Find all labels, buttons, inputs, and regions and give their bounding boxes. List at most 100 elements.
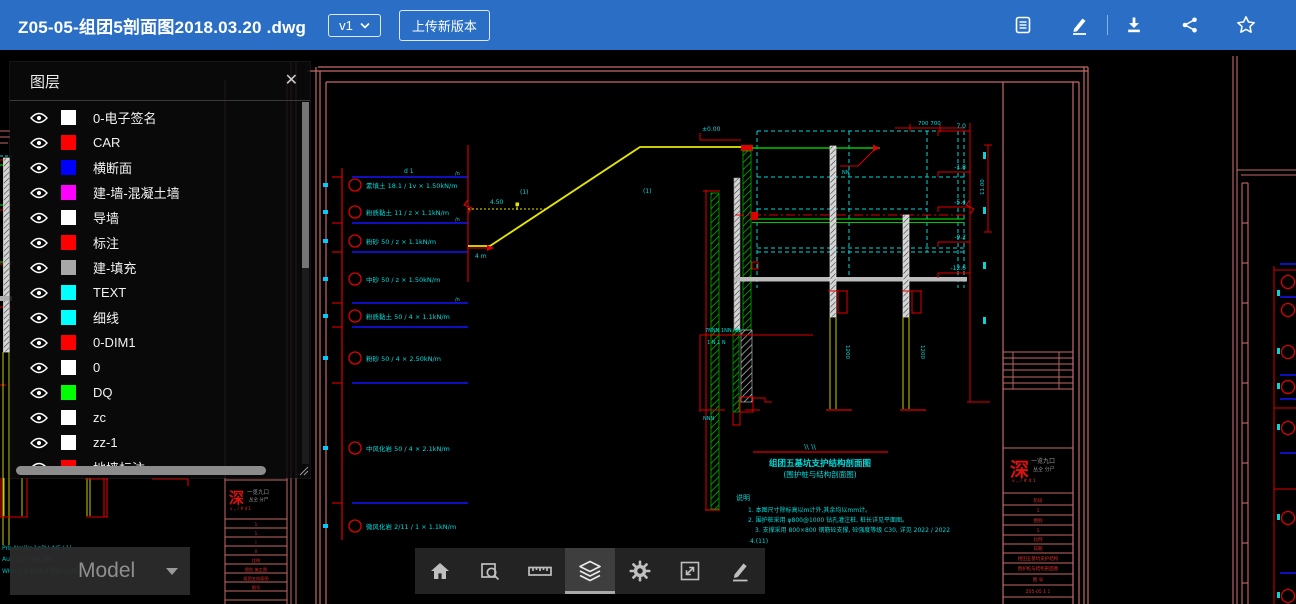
- layer-row[interactable]: 0-电子签名: [10, 105, 301, 130]
- layer-row[interactable]: TEXT: [10, 280, 301, 305]
- svg-text:一览九口: 一览九口: [247, 488, 269, 496]
- version-label: v1: [339, 18, 353, 33]
- layer-color-swatch[interactable]: [61, 335, 76, 350]
- resize-handle[interactable]: [298, 465, 309, 476]
- fullscreen-button[interactable]: [665, 548, 715, 594]
- layer-color-swatch[interactable]: [61, 385, 76, 400]
- svg-text:-5.4: -5.4: [954, 199, 966, 206]
- svg-text:4.(11): 4.(11): [750, 538, 768, 545]
- svg-text:2. 围护桩采用 φ800@1000 钻孔灌注桩, 桩长详见: 2. 围护桩采用 φ800@1000 钻孔灌注桩, 桩长详见平面图。: [748, 516, 908, 524]
- version-dropdown[interactable]: v1: [328, 14, 381, 37]
- eye-visible-icon[interactable]: [30, 162, 50, 174]
- svg-text:1: 1: [1037, 508, 1040, 514]
- eye-visible-icon[interactable]: [30, 187, 50, 199]
- eye-visible-icon[interactable]: [30, 287, 50, 299]
- layer-row[interactable]: 0: [10, 355, 301, 380]
- svg-text:NN: NN: [842, 170, 850, 176]
- svg-text:组团五基坑支护结构剖面图: 组团五基坑支护结构剖面图: [769, 458, 871, 469]
- svg-text:日期: 日期: [1034, 546, 1043, 552]
- download-icon[interactable]: [1124, 15, 1144, 35]
- document-title: Z05-05-组团5剖面图2018.03.20 .dwg: [18, 13, 306, 38]
- svg-text:一览九口: 一览九口: [1031, 457, 1055, 465]
- svg-text:1: 1: [1037, 528, 1040, 534]
- eye-visible-icon[interactable]: [30, 362, 50, 374]
- company-stamp: 深 一览九口 丛仝 分尸 v ,, / # 4 1: [1010, 457, 1055, 484]
- layer-row[interactable]: 建-墙-混凝土墙: [10, 180, 301, 205]
- svg-text:\\ \\: \\ \\: [804, 443, 816, 451]
- layer-row[interactable]: DQ: [10, 380, 301, 405]
- layer-color-swatch[interactable]: [61, 410, 76, 425]
- markup-button[interactable]: [715, 548, 765, 594]
- svg-text:/n: /n: [455, 171, 460, 177]
- vertical-scrollbar-thumb[interactable]: [302, 102, 309, 268]
- eye-visible-icon[interactable]: [30, 412, 50, 424]
- layer-color-swatch[interactable]: [61, 210, 76, 225]
- svg-text:d 1: d 1: [404, 168, 414, 175]
- layer-color-swatch[interactable]: [61, 260, 76, 275]
- layers-button[interactable]: [565, 548, 615, 594]
- layer-row[interactable]: zc: [10, 405, 301, 430]
- layer-name: CAR: [93, 135, 120, 150]
- svg-text:图 号: 图 号: [1033, 577, 1044, 583]
- svg-text:NNN: NNN: [703, 416, 714, 422]
- layer-row[interactable]: 导墙: [10, 205, 301, 230]
- layer-color-swatch[interactable]: [61, 310, 76, 325]
- svg-text:阶段: 阶段: [1034, 497, 1043, 504]
- svg-text:比例: 比例: [1034, 536, 1043, 543]
- top-bar: Z05-05-组团5剖面图2018.03.20 .dwg v1 上传新版本: [0, 0, 1296, 50]
- layer-row[interactable]: 建-填充: [10, 255, 301, 280]
- eye-visible-icon[interactable]: [30, 212, 50, 224]
- layer-row[interactable]: 横断面: [10, 155, 301, 180]
- eye-visible-icon[interactable]: [30, 112, 50, 124]
- layer-color-swatch[interactable]: [61, 110, 76, 125]
- eye-visible-icon[interactable]: [30, 237, 50, 249]
- layer-row[interactable]: 细线: [10, 305, 301, 330]
- left-sheet-stamp: 深 一览九口 丛仝 分尸 v ,, / # 4 1: [229, 488, 269, 511]
- model-selector[interactable]: Model: [10, 547, 190, 595]
- layer-row[interactable]: 标注: [10, 230, 301, 255]
- svg-text:1200: 1200: [919, 345, 925, 359]
- document-icon[interactable]: [1013, 15, 1033, 35]
- eye-visible-icon[interactable]: [30, 262, 50, 274]
- svg-text:/n: /n: [455, 297, 460, 303]
- settings-button[interactable]: [615, 548, 665, 594]
- svg-text:粉砂 50 / 4 × 2.50kN/m: 粉砂 50 / 4 × 2.50kN/m: [366, 354, 441, 363]
- share-icon[interactable]: [1180, 15, 1200, 35]
- measure-button[interactable]: [515, 548, 565, 594]
- layer-color-swatch[interactable]: [61, 185, 76, 200]
- horizontal-scrollbar-thumb[interactable]: [16, 466, 266, 475]
- home-button[interactable]: [415, 548, 465, 594]
- svg-text:深: 深: [1010, 458, 1029, 481]
- svg-text:7.0: 7.0: [956, 123, 966, 130]
- layer-color-swatch[interactable]: [61, 160, 76, 175]
- svg-text:-12.6: -12.6: [950, 265, 966, 272]
- close-icon[interactable]: ✕: [285, 73, 298, 89]
- eye-visible-icon[interactable]: [30, 437, 50, 449]
- eye-visible-icon[interactable]: [30, 387, 50, 399]
- favorite-star-icon[interactable]: [1236, 15, 1256, 35]
- layer-color-swatch[interactable]: [61, 435, 76, 450]
- eye-visible-icon[interactable]: [30, 312, 50, 324]
- layer-row[interactable]: zz-1: [10, 430, 301, 455]
- viewer-toolbar: [415, 548, 765, 594]
- svg-text:11.00: 11.00: [980, 179, 986, 195]
- layer-color-swatch[interactable]: [61, 235, 76, 250]
- ruler-icon: [527, 559, 553, 583]
- layer-name: 0-电子签名: [93, 108, 157, 127]
- eye-visible-icon[interactable]: [30, 137, 50, 149]
- svg-text:700 700: 700 700: [918, 121, 941, 127]
- svg-text:粉砂 50 / z × 1.1kN/m: 粉砂 50 / z × 1.1kN/m: [366, 237, 436, 246]
- svg-text:±0.00: ±0.00: [702, 126, 721, 133]
- layer-color-swatch[interactable]: [61, 360, 76, 375]
- layer-row[interactable]: CAR: [10, 130, 301, 155]
- layer-name: 标注: [93, 233, 119, 252]
- layer-row[interactable]: 0-DIM1: [10, 330, 301, 355]
- upload-new-version-button[interactable]: 上传新版本: [399, 10, 490, 41]
- layer-color-swatch[interactable]: [61, 135, 76, 150]
- layer-color-swatch[interactable]: [61, 285, 76, 300]
- zoom-window-button[interactable]: [465, 548, 515, 594]
- annotate-icon[interactable]: [1069, 15, 1089, 35]
- layers-panel-header[interactable]: 图层 ✕: [10, 62, 310, 101]
- eye-visible-icon[interactable]: [30, 337, 50, 349]
- drawing-title-and-notes: \\ \\ 组团五基坑支护结构剖面图 (围护桩与结构剖面图) 说明 1. 本图尺…: [736, 443, 950, 545]
